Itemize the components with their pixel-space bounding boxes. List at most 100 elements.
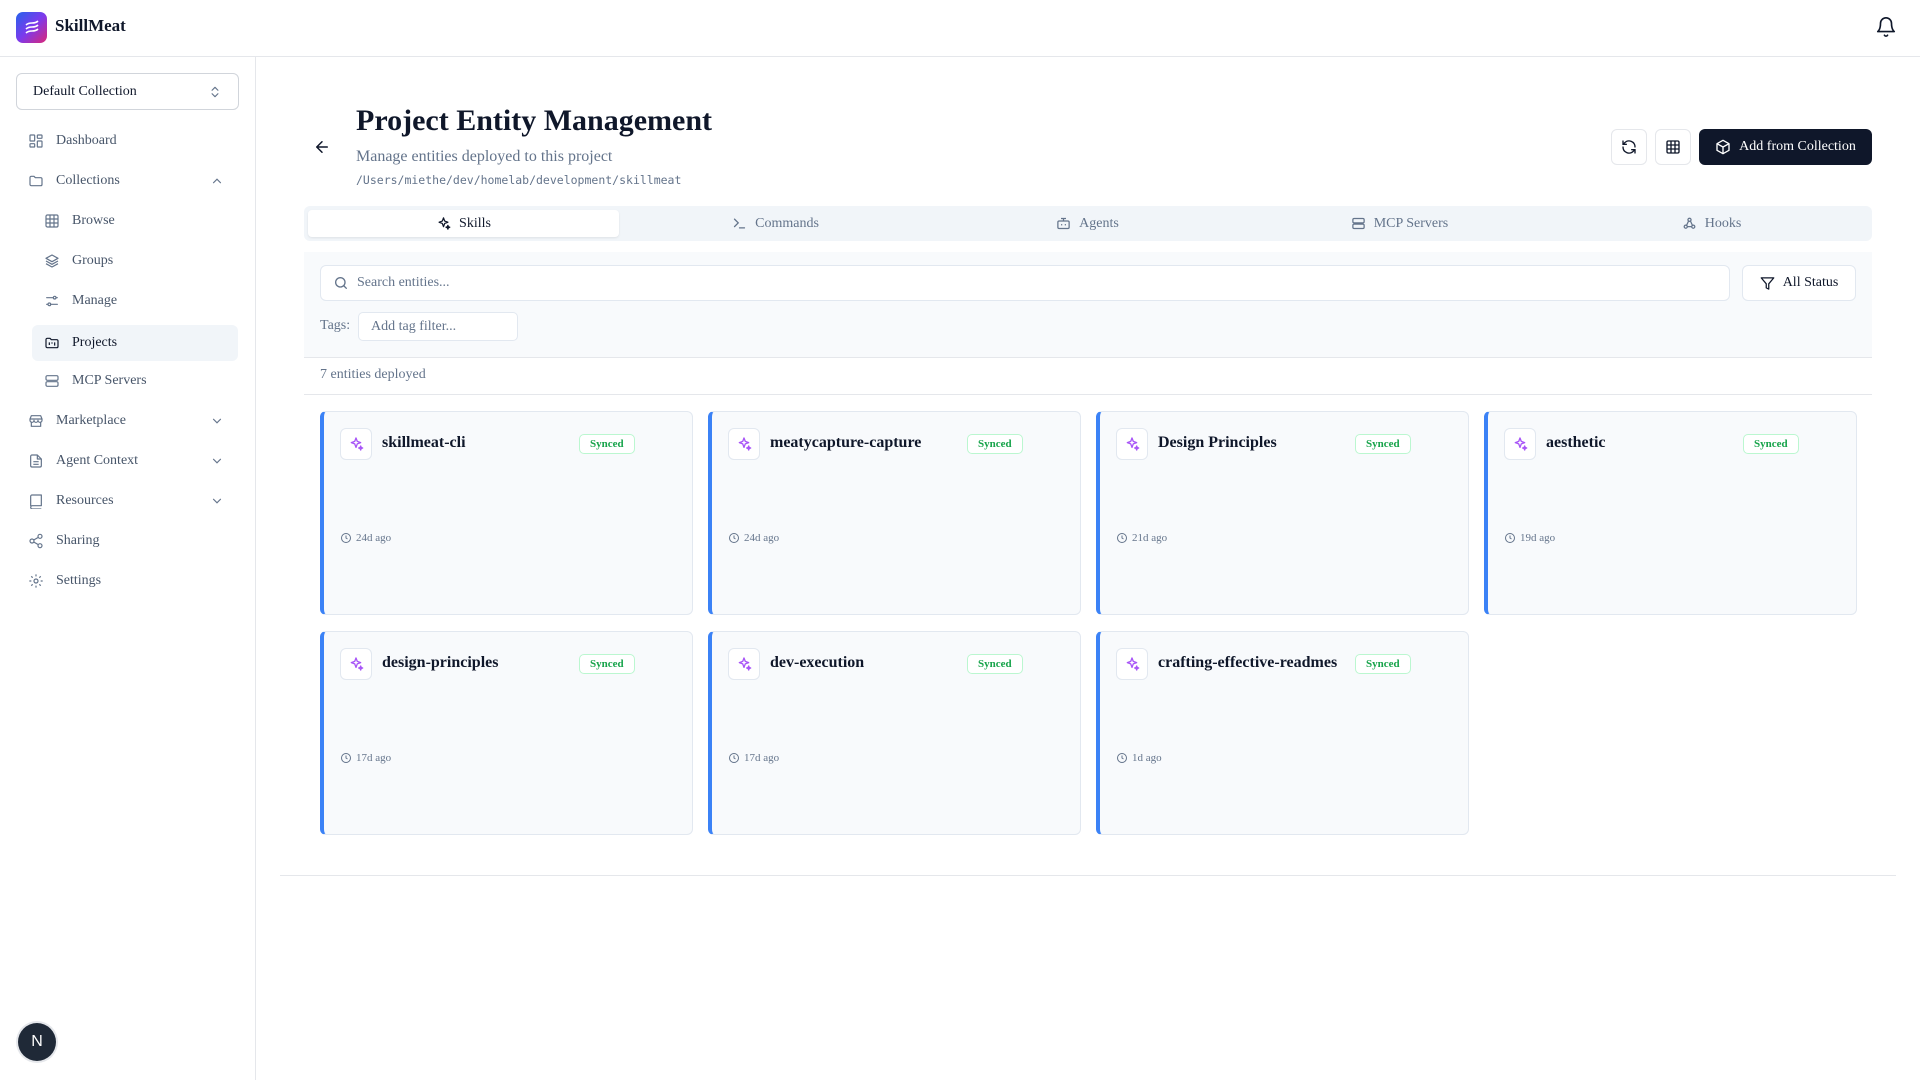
layers-icon	[44, 253, 60, 269]
filter-panel: All Status Tags:	[304, 252, 1872, 358]
app-name: SkillMeat	[55, 16, 126, 35]
sparkles-icon	[340, 648, 372, 680]
entity-card[interactable]: dev-execution Synced 17d ago	[708, 631, 1081, 835]
sidebar-item-label: Resources	[56, 493, 114, 508]
search-icon	[335, 277, 347, 289]
status-badge: Synced	[1743, 434, 1799, 454]
sidebar-item-label: Collections	[56, 173, 120, 188]
webhook-icon	[1683, 217, 1696, 229]
entity-time-label: 17d ago	[356, 752, 392, 764]
tags-label: Tags:	[320, 318, 351, 333]
status-badge: Synced	[967, 654, 1023, 674]
grid-icon	[44, 213, 60, 229]
package-icon	[1716, 139, 1730, 155]
clock-icon	[341, 753, 351, 763]
sidebar-item-agent-context[interactable]: Agent Context	[28, 443, 238, 479]
sidebar-item-label: Projects	[72, 335, 118, 350]
sidebar-item-label: Manage	[72, 293, 118, 308]
sidebar-item-sharing[interactable]: Sharing	[28, 523, 238, 559]
refresh-icon	[1622, 140, 1636, 154]
collection-select-value: Default Collection	[33, 83, 137, 99]
book-icon	[28, 493, 44, 509]
bell-icon[interactable]	[1875, 16, 1897, 38]
add-from-collection-button[interactable]: Add from Collection	[1699, 129, 1872, 165]
sparkles-icon	[1504, 428, 1536, 460]
sidebar-item-projects[interactable]: Projects	[32, 325, 238, 361]
entity-time-label: 17d ago	[744, 752, 780, 764]
sidebar-item-resources[interactable]: Resources	[28, 483, 238, 519]
entity-time-label: 1d ago	[1132, 752, 1162, 764]
entity-name: meatycapture-capture	[770, 434, 922, 451]
terminal-icon	[733, 218, 746, 229]
sparkles-icon	[340, 428, 372, 460]
status-badge: Synced	[967, 434, 1023, 454]
sidebar-item-dashboard[interactable]: Dashboard	[28, 123, 238, 159]
tab-agents[interactable]: Agents	[932, 210, 1243, 237]
chevron-down-icon[interactable]	[210, 454, 224, 468]
divider	[280, 875, 1896, 876]
sliders-icon	[44, 293, 60, 309]
clock-icon	[729, 753, 739, 763]
page-subtitle: Manage entities deployed to this project	[356, 148, 613, 165]
status-badge: Synced	[1355, 434, 1411, 454]
refresh-button[interactable]	[1611, 129, 1647, 165]
search-input[interactable]	[357, 275, 1657, 291]
entity-time-label: 19d ago	[1520, 532, 1556, 544]
sparkles-icon	[1116, 428, 1148, 460]
sidebar-item-label: Groups	[72, 253, 114, 268]
user-avatar[interactable]: N	[18, 1023, 56, 1061]
status-badge: Synced	[1355, 654, 1411, 674]
entity-tabs: Skills Commands Agents MCP Servers Hooks	[304, 206, 1872, 241]
entity-name: design-principles	[382, 654, 499, 671]
tab-label: MCP Servers	[1373, 215, 1449, 231]
sidebar-item-label: Settings	[56, 573, 102, 588]
entity-card[interactable]: Design Principles Synced 21d ago	[1096, 411, 1469, 615]
entity-name: crafting-effective-readmes	[1158, 654, 1338, 671]
status-badge: Synced	[579, 434, 635, 454]
filter-icon	[1760, 276, 1775, 290]
entity-time: 24d ago	[728, 532, 779, 544]
server-icon	[44, 373, 60, 389]
store-icon	[28, 413, 44, 429]
chevron-down-icon[interactable]	[210, 414, 224, 428]
entity-time: 17d ago	[728, 752, 779, 764]
entity-card[interactable]: crafting-effective-readmes Synced 1d ago	[1096, 631, 1469, 835]
entity-card[interactable]: skillmeat-cli Synced 24d ago	[320, 411, 693, 615]
entity-count: 7 entities deployed	[320, 367, 426, 382]
grid-icon	[1666, 140, 1680, 154]
sidebar-item-settings[interactable]: Settings	[28, 563, 238, 599]
app-logo[interactable]	[16, 12, 47, 43]
sidebar-item-browse[interactable]: Browse	[44, 203, 238, 239]
clock-icon	[1117, 533, 1127, 543]
sidebar-item-collections[interactable]: Collections	[28, 163, 238, 199]
add-button-label: Add from Collection	[1739, 139, 1856, 154]
sidebar-item-manage[interactable]: Manage	[44, 283, 238, 319]
tab-mcp-servers[interactable]: MCP Servers	[1244, 210, 1555, 237]
sidebar-item-label: Dashboard	[56, 133, 117, 148]
tab-skills[interactable]: Skills	[308, 210, 619, 237]
sidebar-item-mcp-servers[interactable]: MCP Servers	[44, 363, 238, 399]
status-filter-button[interactable]: All Status	[1742, 265, 1856, 301]
sidebar-item-marketplace[interactable]: Marketplace	[28, 403, 238, 439]
folder-kanban-icon	[44, 335, 60, 351]
entity-time: 19d ago	[1504, 532, 1555, 544]
entity-card[interactable]: design-principles Synced 17d ago	[320, 631, 693, 835]
entity-time: 17d ago	[340, 752, 391, 764]
chevron-down-icon[interactable]	[210, 494, 224, 508]
entity-card[interactable]: aesthetic Synced 19d ago	[1484, 411, 1857, 615]
collection-select[interactable]: Default Collection	[16, 73, 239, 110]
tab-label: Commands	[755, 215, 819, 231]
tab-commands[interactable]: Commands	[620, 210, 931, 237]
tag-filter-input[interactable]	[358, 312, 518, 341]
search-box[interactable]	[320, 265, 1730, 301]
entity-name: dev-execution	[770, 654, 865, 671]
chevron-up-icon[interactable]	[210, 174, 224, 188]
sidebar-item-label: Marketplace	[56, 413, 126, 428]
grid-view-button[interactable]	[1655, 129, 1691, 165]
status-filter-label: All Status	[1782, 275, 1839, 290]
divider	[304, 394, 1872, 395]
arrow-left-icon[interactable]	[313, 138, 331, 156]
sidebar-item-groups[interactable]: Groups	[44, 243, 238, 279]
entity-card[interactable]: meatycapture-capture Synced 24d ago	[708, 411, 1081, 615]
tab-hooks[interactable]: Hooks	[1556, 210, 1867, 237]
